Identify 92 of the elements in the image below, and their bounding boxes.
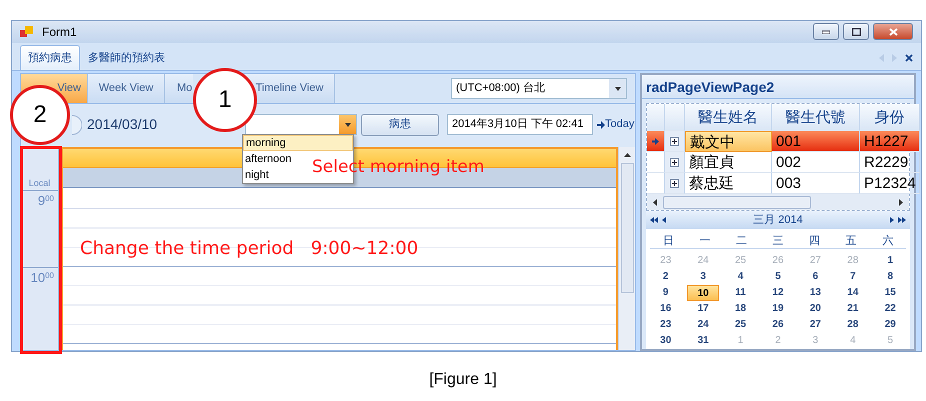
figure-caption: [Figure 1] <box>428 370 498 390</box>
period-combo[interactable] <box>245 114 357 135</box>
weekday-label: 二 <box>723 233 760 249</box>
expand-icon[interactable] <box>670 158 679 166</box>
calendar-day[interactable]: 31 <box>687 333 719 349</box>
calendar-day[interactable]: 28 <box>837 317 869 333</box>
ruler-label: Local <box>28 176 50 190</box>
calendar-day[interactable]: 20 <box>800 301 832 317</box>
calendar-day[interactable]: 14 <box>837 285 869 301</box>
weekday-label: 一 <box>686 233 724 249</box>
calendar-day[interactable]: 1 <box>874 253 906 269</box>
timezone-combo[interactable]: (UTC+08:00) 台北 <box>451 78 627 99</box>
calendar-day[interactable]: 5 <box>762 269 794 285</box>
today-link[interactable]: Today <box>605 116 634 133</box>
calendar-day[interactable]: 10 <box>687 285 719 301</box>
calendar-day[interactable]: 4 <box>724 269 756 285</box>
hour-label: 10$^{00}$ <box>21 267 58 344</box>
table-cell: H1227 <box>860 131 920 152</box>
forward-icon[interactable] <box>890 217 894 223</box>
app-icon <box>20 26 34 38</box>
view-tab[interactable]: Mo <box>165 74 193 103</box>
calendar-day[interactable]: 13 <box>800 285 832 301</box>
calendar-day[interactable]: 9 <box>650 285 682 301</box>
fast-forward-icon[interactable] <box>898 217 906 223</box>
fast-back-icon[interactable] <box>650 217 658 223</box>
calendar-day[interactable]: 7 <box>837 269 869 285</box>
close-icon[interactable] <box>905 54 913 62</box>
table-cell: 001 <box>772 131 860 152</box>
calendar-title: 三月 2014 <box>752 212 804 228</box>
expand-icon[interactable] <box>670 136 679 146</box>
table-cell: 戴文中 <box>685 131 772 152</box>
weekday-label: 六 <box>869 233 906 249</box>
arrow-icon <box>597 120 605 128</box>
dropdown-icon[interactable] <box>614 86 620 90</box>
view-tab[interactable]: Timeline View <box>245 74 335 103</box>
weekday-label: 四 <box>796 233 833 249</box>
calendar-day[interactable]: 29 <box>874 317 906 333</box>
calendar-day[interactable]: 26 <box>762 317 794 333</box>
close-icon <box>888 28 898 36</box>
calendar-day[interactable]: 19 <box>762 301 794 317</box>
panel-title: radPageViewPage2 <box>642 75 914 99</box>
scroll-left-icon[interactable] <box>653 198 657 206</box>
scroll-up-icon[interactable] <box>624 153 630 157</box>
calendar-day[interactable]: 17 <box>687 301 719 317</box>
annotation-note: Change the time period 9:00~12:00 <box>80 237 418 261</box>
scroll-right-icon[interactable] <box>899 198 903 206</box>
calendar-day[interactable]: 6 <box>800 269 832 285</box>
calendar-day[interactable]: 22 <box>874 301 906 317</box>
dropdown-item[interactable]: morning <box>243 135 353 151</box>
expand-icon[interactable] <box>670 178 679 188</box>
calendar-day[interactable]: 23 <box>650 317 682 333</box>
dropdown-icon[interactable] <box>344 122 350 126</box>
calendar-day[interactable]: 18 <box>724 301 756 317</box>
row-indicator[interactable] <box>647 131 665 152</box>
minimize-icon <box>822 30 830 34</box>
calendar-day[interactable]: 24 <box>687 317 719 333</box>
calendar-day[interactable]: 15 <box>874 285 906 301</box>
minimize-button[interactable] <box>813 23 839 40</box>
close-button[interactable] <box>873 23 913 40</box>
calendar-day[interactable]: 30 <box>650 333 682 349</box>
datetime-field[interactable]: 2014年3月10日 下午 02:41 <box>447 114 593 135</box>
maximize-icon <box>852 28 860 36</box>
weekday-label: 三 <box>760 233 796 249</box>
hour-label: 9$^{00}$ <box>21 190 58 267</box>
calendar-day[interactable]: 2 <box>650 269 682 285</box>
window-title: Form1 <box>42 24 77 41</box>
weekday-label: 五 <box>832 233 870 249</box>
weekday-label: 日 <box>650 233 687 249</box>
page-tab[interactable]: 預約病患 <box>20 45 80 70</box>
scrollbar-thumb[interactable] <box>663 196 811 208</box>
calendar-day[interactable]: 3 <box>687 269 719 285</box>
arrow-icon <box>652 138 659 144</box>
calendar-day[interactable]: 16 <box>650 301 682 317</box>
maximize-button[interactable] <box>843 23 869 40</box>
calendar-day[interactable]: 21 <box>837 301 869 317</box>
column-header[interactable]: 醫生姓名 <box>685 104 772 131</box>
column-header[interactable]: 身份 <box>860 104 920 131</box>
date-label: 2014/03/10 <box>87 115 158 134</box>
calendar-day[interactable]: 11 <box>724 285 756 301</box>
calendar-day[interactable]: 25 <box>724 317 756 333</box>
patient-button[interactable]: 病患 <box>361 114 439 136</box>
horizontal-scrollbar[interactable] <box>647 194 909 210</box>
header-cell <box>647 104 665 131</box>
calendar-day[interactable]: 27 <box>800 317 832 333</box>
view-tab[interactable]: Week View <box>88 74 165 103</box>
calendar-day[interactable]: 8 <box>874 269 906 285</box>
back-icon[interactable] <box>662 217 666 223</box>
vertical-scrollbar[interactable] <box>618 147 635 350</box>
scrollbar-thumb[interactable] <box>620 163 634 293</box>
calendar-day[interactable]: 12 <box>762 285 794 301</box>
column-header[interactable]: 醫生代號 <box>772 104 860 131</box>
page-tab[interactable]: 多醫師的預約表 <box>80 45 173 70</box>
